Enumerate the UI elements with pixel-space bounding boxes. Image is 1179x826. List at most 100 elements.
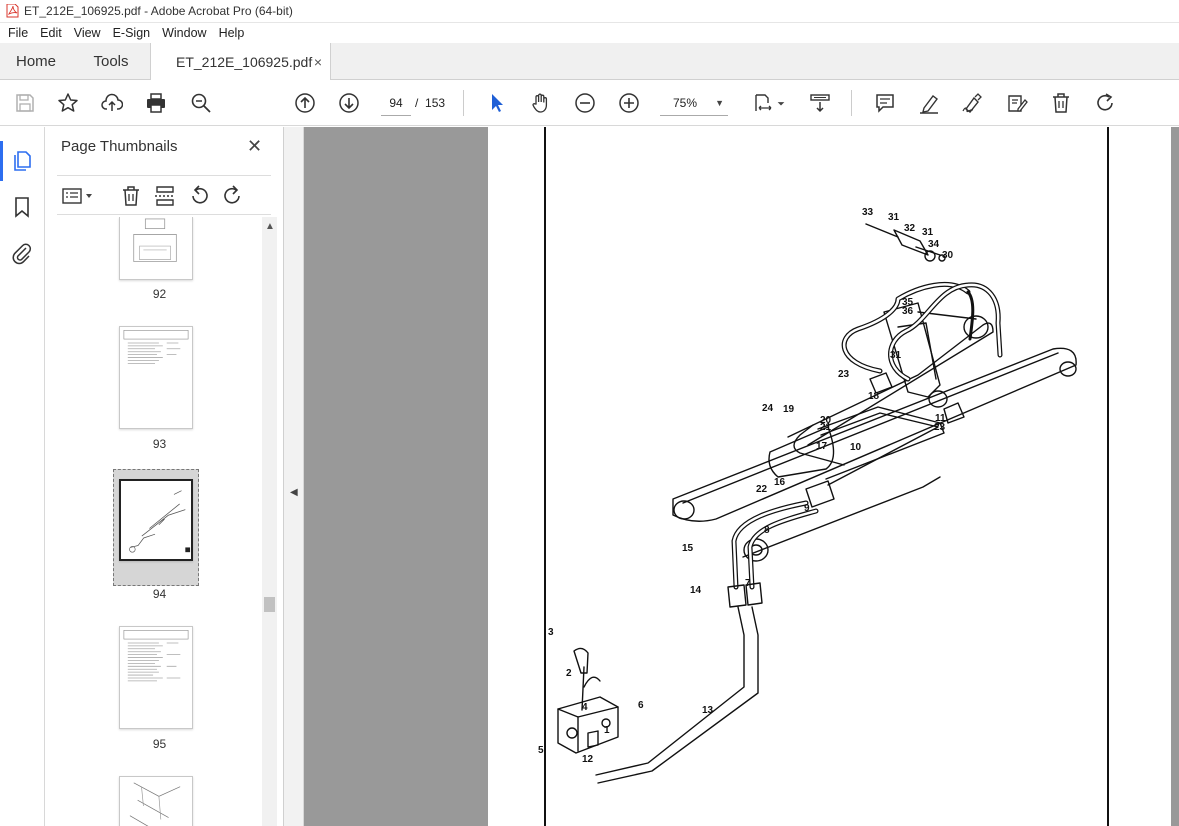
star-bookmark-icon[interactable]: [56, 91, 80, 115]
close-icon[interactable]: ✕: [247, 136, 262, 157]
thumbnail-options-icon[interactable]: [61, 184, 95, 208]
panel-title: Page Thumbnails: [61, 138, 178, 155]
thumbnail-page-label: 95: [152, 737, 167, 751]
diagram-callout-number: 8: [764, 525, 770, 536]
tab-tools[interactable]: Tools: [72, 43, 150, 79]
tab-close-icon[interactable]: ×: [314, 54, 322, 70]
comment-icon[interactable]: [873, 91, 897, 115]
menu-edit[interactable]: Edit: [34, 26, 68, 40]
thumbnail-page[interactable]: [119, 626, 193, 729]
thumbnail-preview: [123, 630, 189, 682]
panel-splitter[interactable]: ◀: [284, 127, 304, 826]
print-icon[interactable]: [144, 91, 168, 115]
diagram-callout-number: 32: [904, 223, 916, 234]
menu-bar: File Edit View E-Sign Window Help: [0, 23, 1179, 43]
insert-page-icon[interactable]: [153, 184, 177, 208]
sign-pen-icon[interactable]: [960, 91, 984, 115]
diagram-callout-number: 23: [838, 369, 850, 380]
scroll-mode-icon[interactable]: [808, 91, 832, 115]
thumbnail-page[interactable]: [119, 326, 193, 429]
viewer-right-edge: [1171, 127, 1179, 826]
hydraulic-parts-diagram: 33 3132 313430353631231819242021112317 1016…: [538, 207, 1077, 784]
diagram-callout-number: 7: [745, 578, 751, 589]
thumbnail-page[interactable]: [119, 776, 193, 826]
previous-page-icon[interactable]: [293, 91, 317, 115]
zoom-level-select[interactable]: 75% ▼: [660, 90, 728, 116]
menu-view[interactable]: View: [68, 26, 107, 40]
diagram-callout-number: 14: [690, 585, 702, 596]
rotate-clockwise-icon[interactable]: [221, 184, 245, 208]
bookmarks-icon[interactable]: [10, 195, 34, 219]
thumbnail-scrollbar[interactable]: ▲: [262, 217, 277, 826]
diagram-callout-number: 31: [922, 227, 934, 238]
menu-window[interactable]: Window: [156, 26, 212, 40]
window-title: ET_212E_106925.pdf - Adobe Acrobat Pro (…: [24, 4, 293, 18]
diagram-callout-number: 1: [604, 725, 610, 736]
rotate-redo-icon[interactable]: [1093, 91, 1117, 115]
page-fit-icon[interactable]: [751, 91, 775, 115]
thumbnail-page-label: 93: [152, 437, 167, 451]
attachments-paperclip-icon[interactable]: [10, 241, 34, 265]
cloud-upload-icon[interactable]: [100, 91, 124, 115]
thumbnail-toolbar: [57, 175, 271, 215]
page-fit-dropdown-icon[interactable]: [775, 91, 787, 115]
zoom-search-icon[interactable]: [189, 91, 213, 115]
acrobat-pdf-icon: [6, 4, 19, 18]
diagram-callout-number: 24: [762, 403, 774, 414]
diagram-callout-number: 30: [942, 250, 954, 261]
pdf-page: 33 31 32 31 34 30 35 36 31 23 18 19 24 20 21 11 23 17 10 16…: [488, 127, 1171, 826]
diagram-callout-number: 22: [756, 484, 768, 495]
fill-sign-icon[interactable]: [1005, 91, 1029, 115]
select-cursor-icon[interactable]: [485, 91, 509, 115]
tab-bar: Home Tools ET_212E_106925.pdf ×: [0, 43, 1179, 81]
thumbnail-list: 92 93 94 95: [57, 217, 262, 826]
toolbar-separator: [463, 90, 464, 116]
diagram-callout-number: 18: [868, 391, 880, 402]
hand-tool-icon[interactable]: [529, 91, 553, 115]
page-separator: /: [415, 96, 419, 110]
diagram-callout-number: 19: [783, 404, 795, 415]
menu-help[interactable]: Help: [213, 26, 251, 40]
collapse-panel-icon[interactable]: ◀: [290, 487, 298, 498]
page-number-input[interactable]: 94: [381, 90, 411, 116]
thumbnail-preview: [133, 218, 177, 262]
chevron-down-icon: ▼: [715, 98, 724, 108]
page-frame-line: [544, 127, 546, 826]
tab-document[interactable]: ET_212E_106925.pdf ×: [150, 43, 331, 81]
menu-esign[interactable]: E-Sign: [107, 26, 157, 40]
diagram-callout-number: 17: [816, 441, 828, 452]
diagram-callout-number: 31: [888, 212, 900, 223]
next-page-icon[interactable]: [337, 91, 361, 115]
tab-document-label: ET_212E_106925.pdf: [176, 54, 313, 70]
diagram-callout-number: 36: [902, 306, 914, 317]
save-icon[interactable]: [13, 91, 37, 115]
rotate-counterclockwise-icon[interactable]: [187, 184, 211, 208]
thumbnail-page-current[interactable]: [119, 479, 193, 561]
page-frame-line: [1107, 127, 1109, 826]
diagram-callout-number: 2: [566, 668, 572, 679]
page-thumbnails-panel: Page Thumbnails ✕ 92 93 94 95 ▲: [45, 127, 284, 826]
scroll-up-icon[interactable]: ▲: [265, 221, 275, 232]
thumbnail-preview: [129, 782, 181, 826]
document-viewer[interactable]: 33 31 32 31 34 30 35 36 31 23 18 19 24 20 21 11 23 17 10 16…: [304, 127, 1179, 826]
tab-home[interactable]: Home: [0, 43, 72, 79]
diagram-callout-number: 31: [890, 350, 902, 361]
page-thumbnails-icon[interactable]: [0, 141, 34, 181]
page-total: / 153: [415, 90, 445, 116]
diagram-callout-number: 6: [638, 700, 644, 711]
delete-page-icon[interactable]: [119, 184, 143, 208]
diagram-callout-number: 34: [928, 239, 940, 250]
zoom-out-icon[interactable]: [573, 91, 597, 115]
thumbnail-page-label: 92: [152, 287, 167, 301]
diagram-callout-number: 4: [582, 702, 588, 713]
highlight-pen-icon[interactable]: [917, 91, 941, 115]
delete-trash-icon[interactable]: [1049, 91, 1073, 115]
scrollbar-thumb[interactable]: [264, 597, 275, 612]
main-toolbar: [0, 80, 1179, 126]
menu-file[interactable]: File: [2, 26, 34, 40]
thumbnail-page[interactable]: [119, 217, 193, 280]
diagram-callout-number: 16: [774, 477, 786, 488]
zoom-in-icon[interactable]: [617, 91, 641, 115]
diagram-callout-number: 23: [934, 422, 946, 433]
diagram-callout-number: 3: [548, 627, 554, 638]
